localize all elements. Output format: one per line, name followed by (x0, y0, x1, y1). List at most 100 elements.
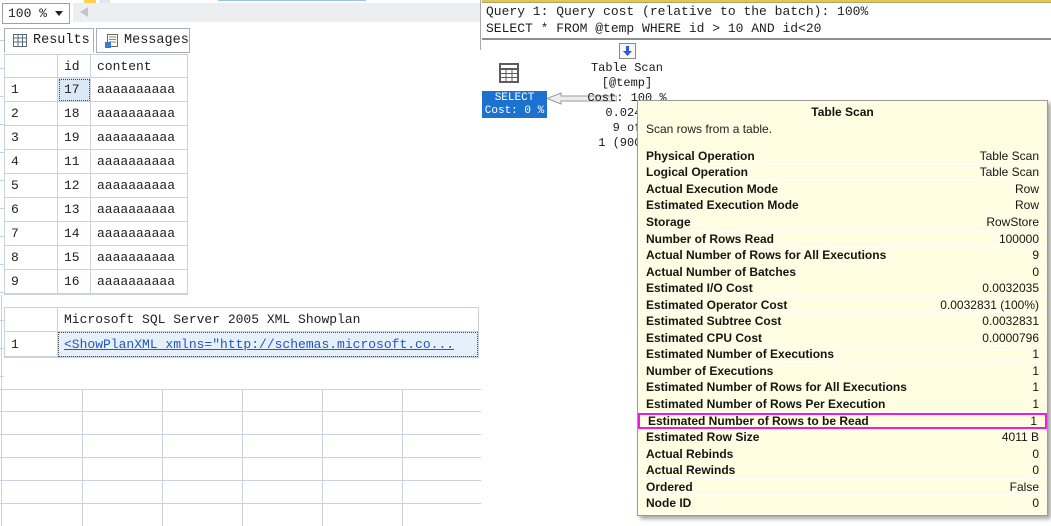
tooltip-row: Estimated Number of Rows Per Execution1 (638, 396, 1047, 413)
row-number-cell[interactable]: 2 (5, 102, 58, 126)
tooltip-row-value: 9 (1032, 248, 1039, 262)
table-row: 815aaaaaaaaaa (5, 246, 187, 270)
screenshot-canvas: 100 % Results Messages id content (0, 0, 1051, 526)
tooltip-row-label: Estimated Subtree Cost (646, 314, 781, 328)
column-header-id[interactable]: id (58, 55, 91, 78)
showplan-grid: Microsoft SQL Server 2005 XML Showplan 1… (4, 307, 479, 358)
content-cell[interactable]: aaaaaaaaaa (91, 246, 187, 270)
corner-header-cell-2[interactable] (5, 308, 58, 332)
plan-header-separator (482, 38, 1051, 40)
tooltip-row-label: Estimated Execution Mode (646, 198, 799, 212)
result-set-icon[interactable] (499, 63, 519, 83)
tooltip-row-value: 0.0032035 (982, 281, 1039, 295)
content-cell[interactable]: aaaaaaaaaa (91, 126, 187, 150)
table-row: 218aaaaaaaaaa (5, 102, 187, 126)
row-number-cell[interactable]: 1 (5, 332, 58, 357)
id-cell[interactable]: 19 (58, 126, 91, 150)
tooltip-row-value: 1 (1032, 397, 1039, 411)
row-number-cell[interactable]: 6 (5, 198, 58, 222)
execution-plan-panel: Query 1: Query cost (relative to the bat… (482, 0, 1051, 526)
content-cell[interactable]: aaaaaaaaaa (91, 222, 187, 246)
corner-header-cell[interactable] (5, 55, 58, 78)
showplan-xml-link[interactable]: <ShowPlanXML xmlns="http://schemas.micro… (64, 337, 454, 352)
row-number-cell[interactable]: 1 (5, 78, 58, 102)
tooltip-row-label: Actual Number of Batches (646, 265, 796, 279)
tooltip-row-value: 1 (1032, 380, 1039, 394)
excel-gridline (0, 434, 481, 435)
table-row: 411aaaaaaaaaa (5, 150, 187, 174)
id-cell[interactable]: 15 (58, 246, 91, 270)
excel-gridline (0, 480, 481, 481)
select-node-cost: Cost: 0 % (482, 105, 547, 118)
excel-gridline (0, 411, 481, 412)
excel-gridline (162, 389, 163, 526)
tooltip-row: Physical OperationTable Scan (638, 148, 1047, 165)
content-cell[interactable]: aaaaaaaaaa (91, 78, 187, 102)
tooltip-row: Node ID0 (638, 495, 1047, 512)
tooltip-row-label: Number of Rows Read (646, 232, 774, 246)
tooltip-row-value: Row (1015, 182, 1039, 196)
tooltip-row-label: Physical Operation (646, 149, 755, 163)
scroll-left-arrow-icon[interactable] (80, 7, 88, 17)
content-cell[interactable]: aaaaaaaaaa (91, 150, 187, 174)
content-cell[interactable]: aaaaaaaaaa (91, 174, 187, 198)
tooltip-row-value: False (1010, 480, 1039, 494)
tooltip-row: Ordered False (638, 479, 1047, 496)
tooltip-row-value: RowStore (986, 215, 1039, 229)
row-number-cell[interactable]: 9 (5, 270, 58, 294)
tooltip-row: Estimated Execution ModeRow (638, 198, 1047, 215)
column-header-content[interactable]: content (91, 55, 187, 78)
content-cell[interactable]: aaaaaaaaaa (91, 270, 187, 294)
tooltip-row-label: Storage (646, 215, 691, 229)
table-row: 512aaaaaaaaaa (5, 174, 187, 198)
tooltip-row-label: Ordered (646, 480, 693, 494)
excel-gridline (1, 295, 2, 389)
tooltip-row-value: 0.0032831 (100%) (940, 298, 1039, 312)
table-row: 613aaaaaaaaaa (5, 198, 187, 222)
tab-messages[interactable]: Messages (96, 28, 190, 53)
chevron-down-icon[interactable] (55, 11, 63, 16)
row-number-cell[interactable]: 5 (5, 174, 58, 198)
tab-results[interactable]: Results (4, 28, 94, 53)
showplan-link-cell[interactable]: <ShowPlanXML xmlns="http://schemas.micro… (58, 332, 478, 357)
tooltip-row-label: Estimated I/O Cost (646, 281, 753, 295)
tooltip-row-label: Estimated CPU Cost (646, 331, 762, 345)
results-grid-icon (13, 34, 27, 47)
id-cell[interactable]: 14 (58, 222, 91, 246)
tooltip-row-highlighted: Estimated Number of Rows to be Read1 (638, 413, 1047, 430)
tooltip-row-value: 0 (1032, 463, 1039, 477)
tooltip-title: Table Scan (638, 105, 1047, 119)
content-cell[interactable]: aaaaaaaaaa (91, 198, 187, 222)
id-cell[interactable]: 11 (58, 150, 91, 174)
panel-seam-line (480, 0, 481, 50)
zoom-level-combo[interactable]: 100 % (2, 3, 70, 24)
showplan-column-header[interactable]: Microsoft SQL Server 2005 XML Showplan (58, 308, 478, 332)
tooltip-row: Estimated CPU Cost0.0000796 (638, 330, 1047, 347)
id-cell[interactable]: 16 (58, 270, 91, 294)
messages-icon (105, 34, 118, 48)
excel-gridline (322, 389, 323, 526)
tooltip-row-value: 1 (1030, 414, 1037, 428)
tooltip-row-value: 0.0032831 (982, 314, 1039, 328)
tooltip-row-label: Estimated Number of Executions (646, 347, 834, 361)
tooltip-row-value: 100000 (999, 232, 1039, 246)
row-number-cell[interactable]: 7 (5, 222, 58, 246)
tooltip-row: Estimated Operator Cost0.0032831 (100%) (638, 297, 1047, 314)
row-number-cell[interactable]: 8 (5, 246, 58, 270)
id-cell[interactable]: 12 (58, 174, 91, 198)
id-cell[interactable]: 13 (58, 198, 91, 222)
tooltip-row-label: Actual Rebinds (646, 447, 733, 461)
horizontal-scrollbar[interactable] (73, 3, 480, 22)
table-row: 319aaaaaaaaaa (5, 126, 187, 150)
tooltip-row: Actual Number of Rows for All Executions… (638, 247, 1047, 264)
tooltip-row-label: Actual Execution Mode (646, 182, 778, 196)
id-cell[interactable]: 18 (58, 102, 91, 126)
select-node[interactable]: SELECT Cost: 0 % (482, 91, 547, 118)
row-number-cell[interactable]: 4 (5, 150, 58, 174)
tooltip-row-value: 4011 B (1002, 430, 1039, 444)
row-number-cell[interactable]: 3 (5, 126, 58, 150)
id-cell[interactable]: 17 (58, 78, 91, 102)
table-scan-down-arrow-icon[interactable] (619, 43, 636, 59)
results-grid-body: 117aaaaaaaaaa218aaaaaaaaaa319aaaaaaaaaa4… (5, 78, 187, 294)
content-cell[interactable]: aaaaaaaaaa (91, 102, 187, 126)
